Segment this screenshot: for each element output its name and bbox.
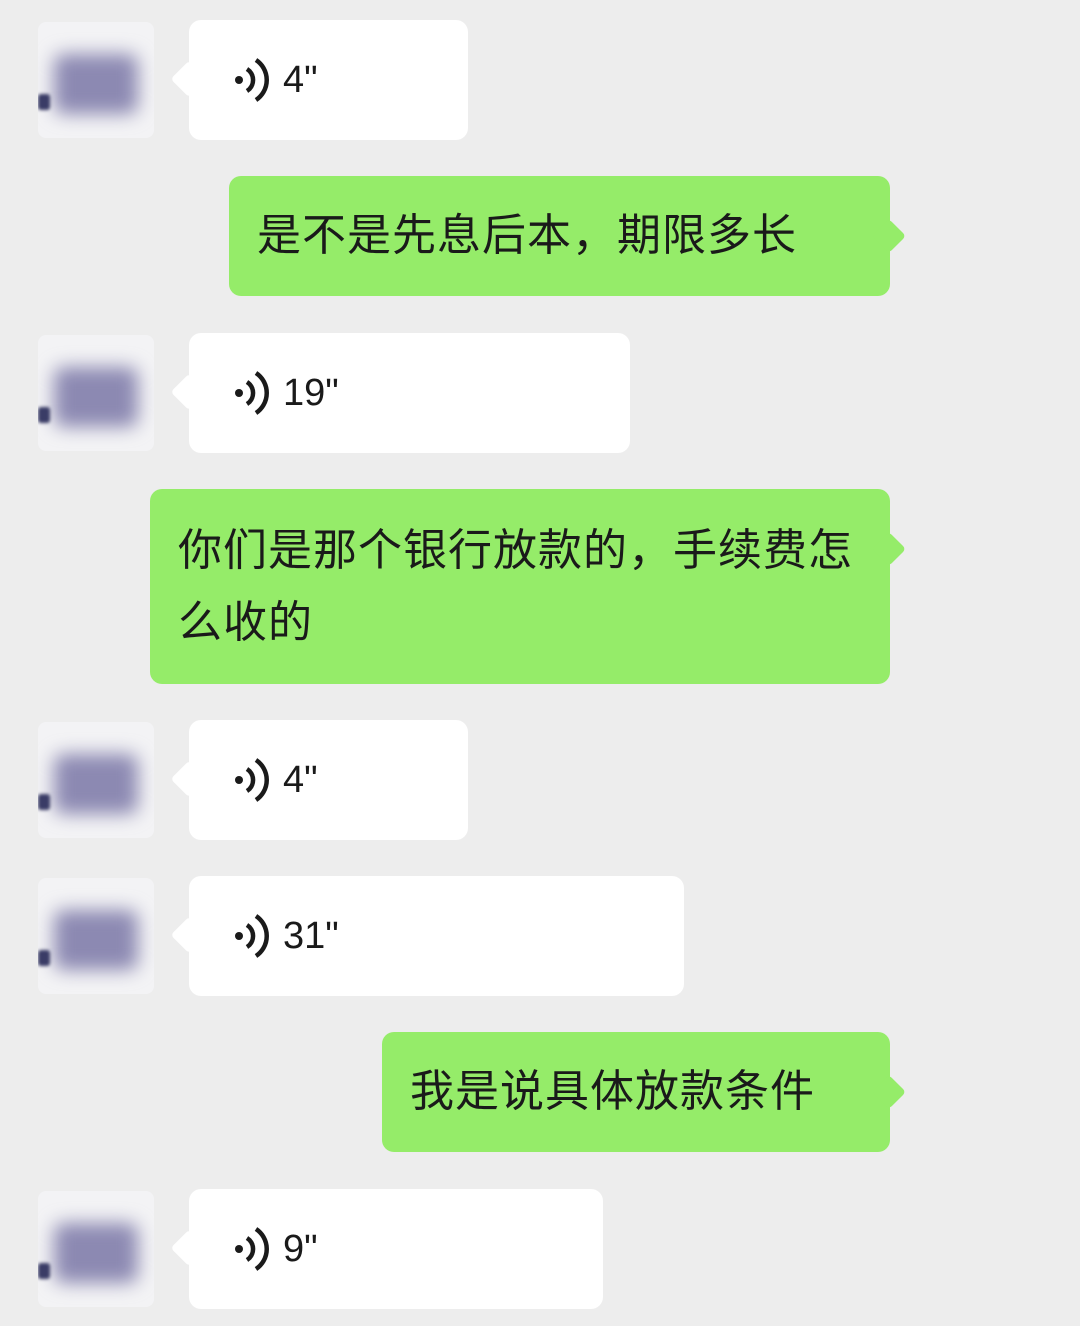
avatar-blur-mark (38, 950, 50, 966)
voice-message-bubble[interactable]: 19" (189, 333, 630, 453)
avatar-blur (54, 1223, 138, 1283)
avatar[interactable] (38, 22, 154, 138)
voice-duration: 31" (283, 915, 339, 957)
text-message-bubble[interactable]: 我是说具体放款条件 (382, 1032, 890, 1152)
voice-message-bubble[interactable]: 31" (189, 876, 684, 996)
voice-duration: 4" (283, 759, 318, 801)
avatar-blur-mark (38, 94, 50, 110)
voice-message: 19" (233, 369, 339, 417)
voice-wave-icon (235, 58, 269, 102)
voice-wave-icon (235, 1227, 269, 1271)
voice-message-bubble[interactable]: 9" (189, 1189, 603, 1309)
voice-message: 4" (233, 56, 318, 104)
text-message-bubble[interactable]: 你们是那个银行放款的，手续费怎么收的 (150, 489, 890, 684)
avatar[interactable] (38, 878, 154, 994)
avatar-blur (54, 754, 138, 814)
avatar[interactable] (38, 722, 154, 838)
avatar-blur (54, 54, 138, 114)
avatar-blur-mark (38, 794, 50, 810)
message-row-outgoing: 是不是先息后本，期限多长 (0, 176, 1080, 296)
voice-duration: 19" (283, 372, 339, 414)
voice-duration: 4" (283, 59, 318, 101)
message-row-outgoing: 你们是那个银行放款的，手续费怎么收的 (0, 489, 1080, 684)
voice-wave-icon (235, 758, 269, 802)
avatar-blur-mark (38, 1263, 50, 1279)
avatar[interactable] (38, 335, 154, 451)
message-row-incoming: 31" (0, 876, 1080, 996)
text-message-bubble[interactable]: 是不是先息后本，期限多长 (229, 176, 890, 296)
message-text: 我是说具体放款条件 (410, 1066, 815, 1117)
avatar-blur (54, 910, 138, 970)
voice-message: 4" (233, 756, 318, 804)
message-row-incoming: 4" (0, 20, 1080, 140)
voice-message: 31" (233, 912, 339, 960)
avatar[interactable] (38, 1191, 154, 1307)
message-row-incoming: 4" (0, 720, 1080, 840)
voice-duration: 9" (283, 1228, 318, 1270)
message-text: 是不是先息后本，期限多长 (257, 210, 797, 261)
voice-message-bubble[interactable]: 4" (189, 20, 468, 140)
message-row-incoming: 9" (0, 1189, 1080, 1309)
message-text: 你们是那个银行放款的，手续费怎么收的 (178, 525, 853, 648)
voice-wave-icon (235, 371, 269, 415)
avatar-blur (54, 367, 138, 427)
message-row-outgoing: 我是说具体放款条件 (0, 1032, 1080, 1152)
voice-message: 9" (233, 1225, 318, 1273)
message-row-incoming: 19" (0, 333, 1080, 453)
voice-message-bubble[interactable]: 4" (189, 720, 468, 840)
voice-wave-icon (235, 914, 269, 958)
avatar-blur-mark (38, 407, 50, 423)
